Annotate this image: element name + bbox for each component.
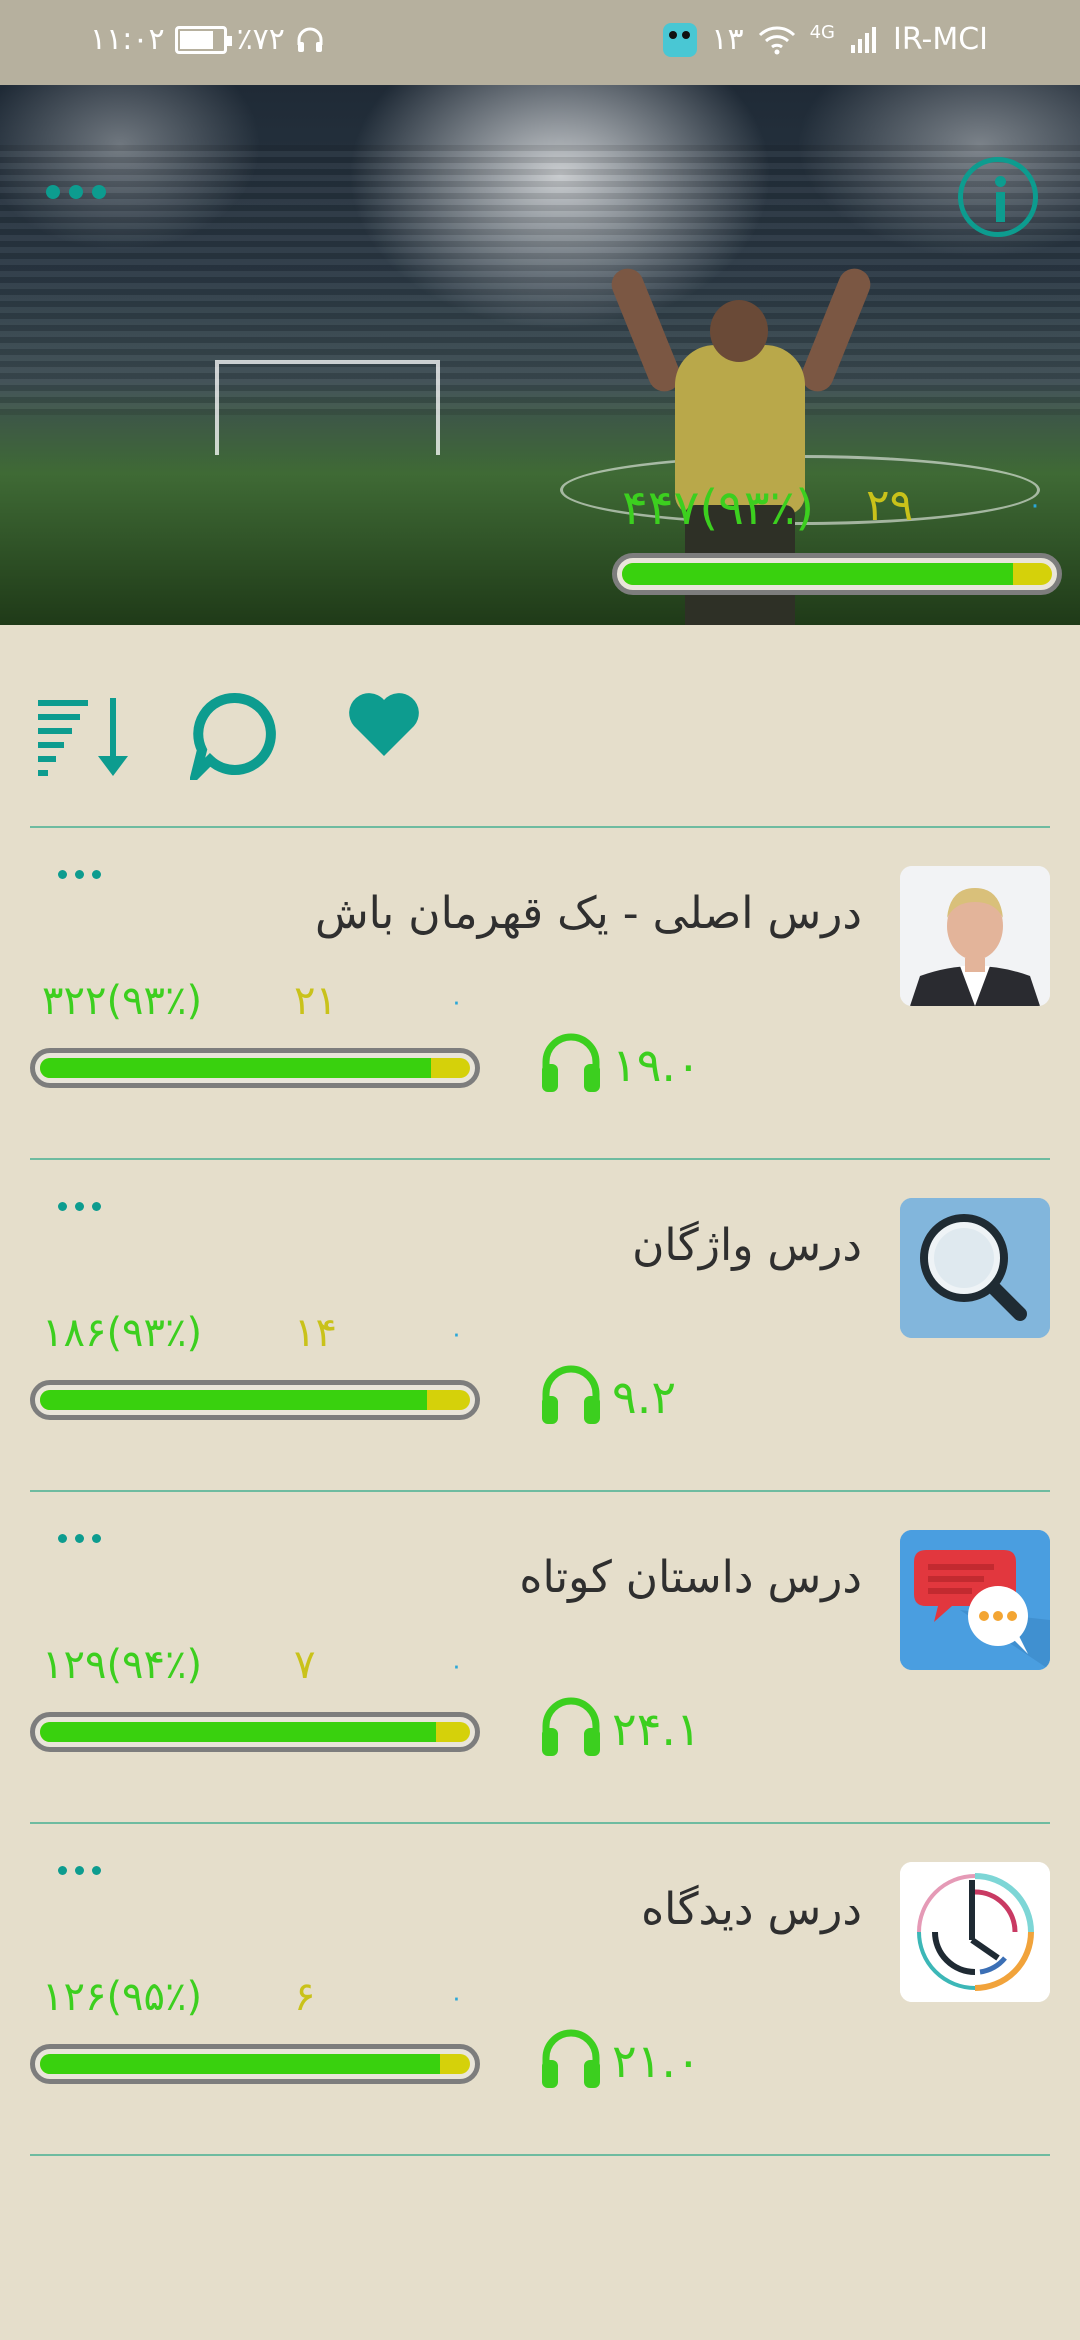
lesson-progress-bar xyxy=(30,2044,480,2084)
hero-menu-button[interactable] xyxy=(46,185,106,199)
lesson-stat-zero: ۰ xyxy=(450,1652,463,1680)
lesson-progress-fill xyxy=(40,2054,440,2074)
dot-icon xyxy=(58,1202,67,1211)
signal-icon xyxy=(851,26,877,53)
status-left: ۱۱:۰۲ ٪۷۲ xyxy=(90,22,325,57)
hero-progress-fill xyxy=(622,563,1014,585)
favorite-icon[interactable] xyxy=(346,690,422,760)
lesson-stat-zero: ۰ xyxy=(450,1984,463,2012)
hero-progress-bar xyxy=(612,553,1062,595)
hero-stat-count: ۲۹ xyxy=(866,480,914,531)
dot-icon xyxy=(92,870,101,879)
dot-icon xyxy=(58,1866,67,1875)
dot-icon xyxy=(58,870,67,879)
lesson-title: درس اصلی - یک قهرمان باش xyxy=(314,888,862,939)
lesson-more-button[interactable] xyxy=(58,1866,101,1875)
lesson-duration: ۲۱.۰ xyxy=(612,2034,701,2088)
headphones-icon xyxy=(542,1365,600,1424)
status-bar: ۱۱:۰۲ ٪۷۲ ۱۳ 4G IR-MCI xyxy=(0,0,1080,85)
portrait-thumbnail xyxy=(900,866,1050,1006)
info-button[interactable] xyxy=(958,157,1038,237)
goal-post xyxy=(215,360,440,455)
comment-icon[interactable] xyxy=(190,690,280,780)
notification-count: ۱۳ xyxy=(711,22,744,57)
lesson-item[interactable]: درس واژگان ۱۸۶(۹۳٪) ۱۴ ۰ ۹.۲ xyxy=(0,1160,1080,1492)
lesson-progress-bar xyxy=(30,1048,480,1088)
clock-thumbnail xyxy=(900,1862,1050,2002)
lesson-item[interactable]: درس داستان کوتاه ۱۲۹(۹۴٪) ۷ ۰ ۲۴.۱ xyxy=(0,1492,1080,1824)
lesson-stat-count: ۱۴ xyxy=(294,1310,337,1356)
lesson-more-button[interactable] xyxy=(58,870,101,879)
lesson-stat-total: ۱۲۹(۹۴٪) xyxy=(42,1642,203,1688)
dot-icon xyxy=(92,1866,101,1875)
chat-bubbles-thumbnail xyxy=(900,1530,1050,1670)
lesson-stat-count: ۲۱ xyxy=(294,978,337,1024)
lesson-progress-bar xyxy=(30,1712,480,1752)
info-icon xyxy=(995,176,1006,187)
lesson-stat-total: ۱۸۶(۹۳٪) xyxy=(42,1310,203,1356)
lesson-stat-total: ۳۲۲(۹۳٪) xyxy=(42,978,203,1024)
clock: ۱۱:۰۲ xyxy=(90,22,165,57)
headphones-icon xyxy=(542,1033,600,1092)
lesson-duration: ۱۹.۰ xyxy=(612,1038,701,1092)
dot-icon xyxy=(75,1534,84,1543)
lesson-stat-count: ۶ xyxy=(294,1974,316,2020)
battery-level: ٪۷۲ xyxy=(236,22,285,57)
dot-icon xyxy=(75,1866,84,1875)
dot-icon xyxy=(92,185,106,199)
hero-banner: ۴۴۷(۹۳٪) ۲۹ ۰ xyxy=(0,85,1080,625)
dot-icon xyxy=(69,185,83,199)
hero-stat-zero: ۰ xyxy=(1028,490,1042,520)
lesson-stat-total: ۱۲۶(۹۵٪) xyxy=(42,1974,203,2020)
divider xyxy=(30,2154,1050,2156)
lesson-title: درس واژگان xyxy=(632,1220,862,1271)
dot-icon xyxy=(75,870,84,879)
lesson-progress-fill xyxy=(40,1390,427,1410)
lesson-item[interactable]: درس اصلی - یک قهرمان باش ۳۲۲(۹۳٪) ۲۱ ۰ ۱… xyxy=(0,828,1080,1160)
info-icon-bar xyxy=(996,192,1005,222)
hero-stat-total: ۴۴۷(۹۳٪) xyxy=(622,480,815,536)
status-right: ۱۳ 4G IR-MCI xyxy=(663,22,988,57)
headphones-icon xyxy=(542,2029,600,2088)
lesson-title: درس داستان کوتاه xyxy=(519,1552,862,1603)
dot-icon xyxy=(92,1202,101,1211)
app-notification-icon xyxy=(663,22,698,57)
lesson-more-button[interactable] xyxy=(58,1534,101,1543)
headphones-icon xyxy=(542,1697,600,1756)
lesson-item[interactable]: درس دیدگاه ۱۲۶(۹۵٪) ۶ ۰ ۲۱.۰ xyxy=(0,1824,1080,2156)
network-type: 4G xyxy=(809,22,836,43)
lesson-progress-fill xyxy=(40,1058,432,1078)
headphones-status-icon xyxy=(297,27,323,52)
dot-icon xyxy=(58,1534,67,1543)
lesson-title: درس دیدگاه xyxy=(641,1884,862,1935)
magnifier-thumbnail xyxy=(900,1198,1050,1338)
wifi-icon xyxy=(758,25,795,54)
toolbar xyxy=(0,690,1080,790)
sort-icon[interactable] xyxy=(34,690,134,780)
lesson-stat-zero: ۰ xyxy=(450,1320,463,1348)
lesson-stat-count: ۷ xyxy=(294,1642,316,1688)
stadium-stands xyxy=(0,145,1080,415)
dot-icon xyxy=(46,185,60,199)
lesson-progress-fill xyxy=(40,1722,436,1742)
lesson-duration: ۲۴.۱ xyxy=(612,1702,701,1756)
lesson-more-button[interactable] xyxy=(58,1202,101,1211)
lesson-stat-zero: ۰ xyxy=(450,988,463,1016)
dot-icon xyxy=(75,1202,84,1211)
lesson-progress-bar xyxy=(30,1380,480,1420)
carrier-name: IR-MCI xyxy=(893,22,988,57)
dot-icon xyxy=(92,1534,101,1543)
battery-icon xyxy=(174,25,232,54)
lesson-duration: ۹.۲ xyxy=(612,1370,677,1424)
